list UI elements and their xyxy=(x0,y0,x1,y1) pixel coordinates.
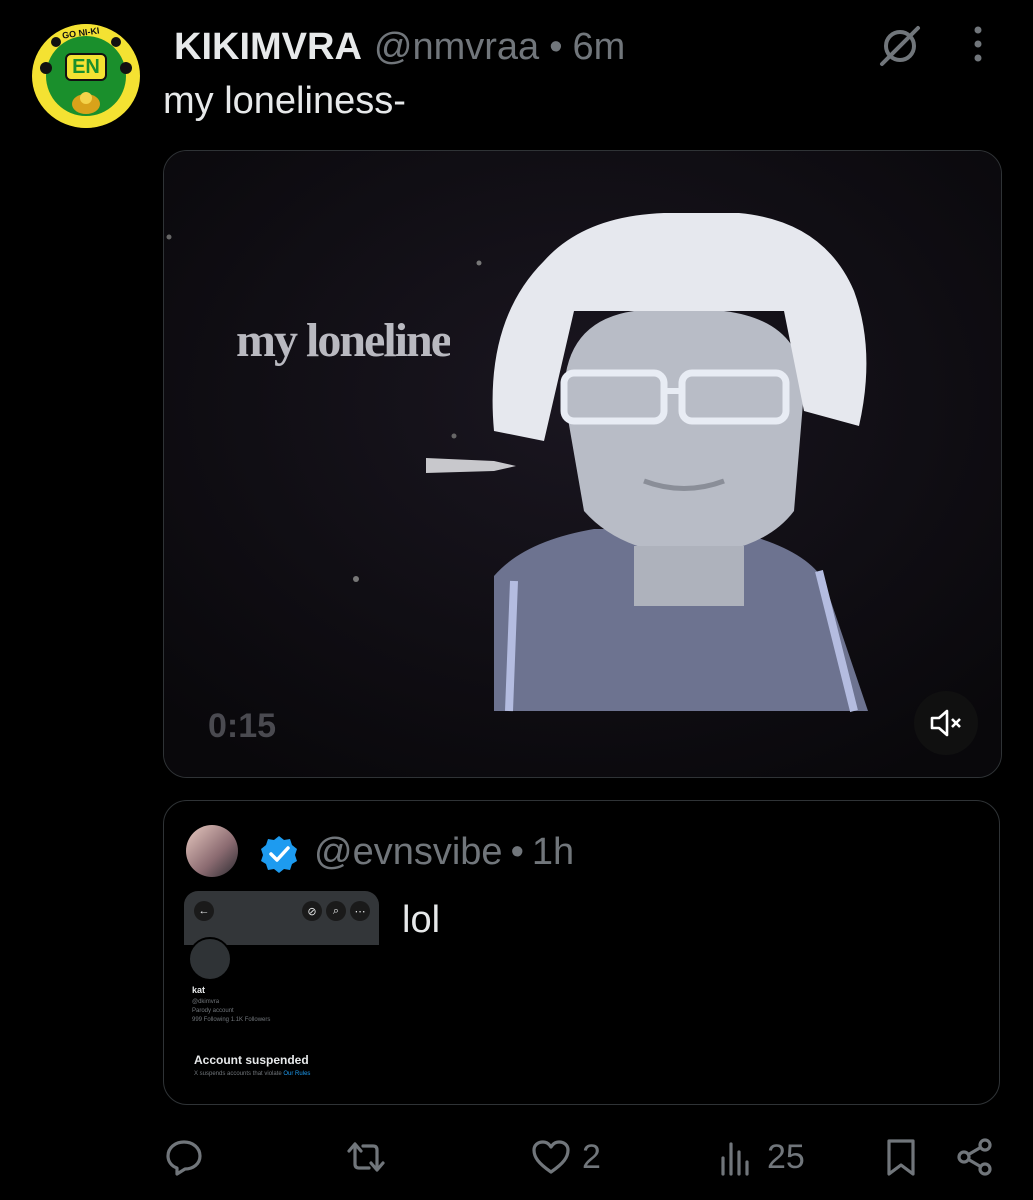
video-duration: 0:15 xyxy=(208,707,277,745)
quoted-author-handle[interactable]: @evnsvibe xyxy=(314,831,503,873)
video-frame xyxy=(164,151,1001,777)
quoted-media-thumbnail[interactable]: ← ⊘ ⌕ ⋯ kat @dkimvra Parody account 999 … xyxy=(184,891,379,1085)
thumbnail-profile-bio: Parody account xyxy=(192,1008,234,1014)
repost-button[interactable] xyxy=(345,1136,387,1178)
heart-icon xyxy=(532,1140,570,1174)
thumbnail-suspended-title: Account suspended xyxy=(194,1053,309,1067)
grok-icon[interactable] xyxy=(876,22,924,70)
post-text: my loneliness- xyxy=(163,80,406,122)
quoted-post[interactable]: @evnsvibe • 1h lol ← ⊘ ⌕ ⋯ kat @dkimvra Pa… xyxy=(163,800,1000,1105)
quoted-author-avatar[interactable] xyxy=(186,825,238,877)
unmute-button[interactable] xyxy=(914,691,978,755)
thumbnail-profile-handle: @dkimvra xyxy=(192,999,220,1005)
thumbnail-profile-avatar xyxy=(188,937,232,981)
reply-icon xyxy=(166,1140,202,1176)
reply-button[interactable] xyxy=(163,1136,205,1178)
repost-icon xyxy=(347,1142,385,1172)
quoted-timestamp[interactable]: 1h xyxy=(532,831,574,873)
views-button[interactable]: 25 xyxy=(715,1136,805,1178)
video-overlay-text: my loneline xyxy=(236,314,450,367)
more-options-icon: ⋯ xyxy=(350,901,370,921)
separator-dot: • xyxy=(549,25,563,68)
avatar-badge-center: EN xyxy=(72,56,100,78)
views-count: 25 xyxy=(767,1137,805,1176)
like-count: 2 xyxy=(582,1137,601,1176)
quoted-header: @evnsvibe • 1h xyxy=(314,831,574,874)
post-timestamp[interactable]: 6m xyxy=(573,26,626,69)
thumbnail-suspended-note: X suspends accounts that violate Our Rul… xyxy=(194,1071,310,1077)
author-display-name[interactable]: KIKIMVRA xyxy=(174,26,362,69)
thumbnail-rules-link: Our Rules xyxy=(283,1071,311,1077)
speaker-muted-icon xyxy=(930,709,961,737)
quoted-post-text: lol xyxy=(402,899,441,941)
video-player[interactable]: my loneline 0:15 xyxy=(163,150,1002,778)
post-header: KIKIMVRA @nmvraa • 6m xyxy=(174,22,625,72)
bookmark-icon xyxy=(887,1139,915,1176)
grok-icon: ⊘ xyxy=(302,901,322,921)
like-button[interactable]: 2 xyxy=(530,1136,601,1178)
bookmark-button[interactable] xyxy=(880,1136,922,1178)
thumbnail-profile-name: kat xyxy=(192,985,206,995)
separator-dot: • xyxy=(510,831,524,873)
views-icon xyxy=(721,1142,749,1176)
share-icon xyxy=(957,1138,992,1176)
thumbnail-profile-stats: 999 Following 1.1K Followers xyxy=(192,1017,271,1023)
search-icon: ⌕ xyxy=(326,901,346,921)
thumbnail-suspended-note-text: X suspends accounts that violate xyxy=(194,1071,284,1077)
author-avatar[interactable]: GO NI-KI EN xyxy=(32,24,140,128)
share-button[interactable] xyxy=(954,1136,996,1178)
back-arrow-icon: ← xyxy=(194,901,214,921)
post-action-bar: 2 25 xyxy=(0,1130,1033,1190)
verified-badge-icon xyxy=(261,836,297,873)
author-handle[interactable]: @nmvraa xyxy=(374,26,539,69)
more-options-icon[interactable] xyxy=(962,24,994,64)
